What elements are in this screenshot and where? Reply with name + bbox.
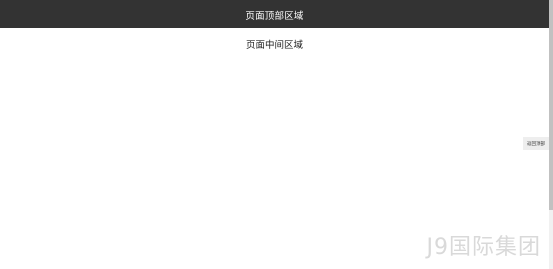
middle-content-text: 页面中间区域 [245,40,303,51]
top-bar: 页面顶部区域 [0,0,549,28]
scrollbar-thumb[interactable] [549,0,553,210]
back-to-top-button[interactable]: 返回顶部 [523,137,549,150]
watermark-logo: J9国际集团 [426,235,541,260]
vertical-scrollbar[interactable] [549,0,553,269]
page: 页面顶部区域 页面中间区域 返回顶部 J9国际集团 [0,0,553,269]
top-bar-title: 页面顶部区域 [245,10,304,22]
